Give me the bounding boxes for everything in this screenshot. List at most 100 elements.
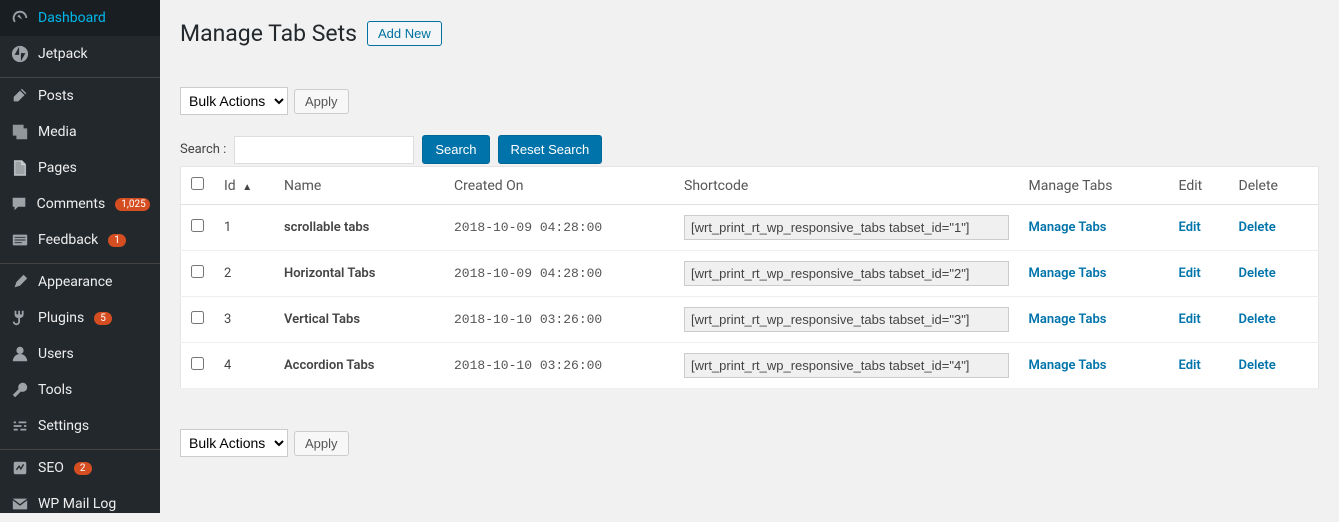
- shortcode-input[interactable]: [684, 307, 1009, 332]
- bulk-actions-top: Bulk Actions Apply: [180, 87, 1319, 115]
- settings-icon: [10, 416, 30, 436]
- cell-created: 2018-10-10 03:26:00: [444, 343, 674, 389]
- edit-link[interactable]: Edit: [1179, 358, 1201, 373]
- header-delete: Delete: [1229, 167, 1319, 205]
- bulk-actions-select[interactable]: Bulk Actions: [180, 87, 288, 115]
- table-row: 2Horizontal Tabs2018-10-09 04:28:00 Manag…: [181, 251, 1319, 297]
- manage-tabs-link[interactable]: Manage Tabs: [1029, 220, 1107, 235]
- manage-tabs-link[interactable]: Manage Tabs: [1029, 312, 1107, 327]
- cell-id: 2: [214, 251, 274, 297]
- page-title: Manage Tab Sets: [180, 20, 357, 47]
- sidebar-item-label: Jetpack: [38, 46, 88, 62]
- cell-shortcode: [674, 297, 1019, 343]
- pages-icon: [10, 158, 30, 178]
- header-created[interactable]: Created On: [444, 167, 674, 205]
- sidebar-item-label: Tools: [38, 382, 72, 398]
- mail-icon: [10, 494, 30, 514]
- delete-link[interactable]: Delete: [1239, 266, 1276, 281]
- sidebar-item-plugins[interactable]: Plugins5: [0, 300, 160, 336]
- users-icon: [10, 344, 30, 364]
- table-row: 3Vertical Tabs2018-10-10 03:26:00Manage …: [181, 297, 1319, 343]
- select-all-checkbox[interactable]: [191, 177, 204, 190]
- tools-icon: [10, 380, 30, 400]
- posts-icon: [10, 86, 30, 106]
- plugins-icon: [10, 308, 30, 328]
- sidebar-item-seo[interactable]: SEO2: [0, 450, 160, 486]
- cell-shortcode: [674, 343, 1019, 389]
- bulk-actions-select-bottom[interactable]: Bulk Actions: [180, 429, 288, 457]
- delete-link[interactable]: Delete: [1239, 220, 1276, 235]
- cell-name: Horizontal Tabs: [274, 251, 444, 297]
- dashboard-icon: [10, 8, 30, 28]
- comments-icon: [10, 194, 29, 214]
- sidebar-item-label: Appearance: [38, 274, 112, 290]
- cell-shortcode: [674, 251, 1019, 297]
- sidebar-item-wp-mail-log[interactable]: WP Mail Log: [0, 486, 160, 522]
- apply-button[interactable]: Apply: [294, 89, 349, 114]
- content-area: Manage Tab Sets Add New Bulk Actions App…: [160, 0, 1339, 513]
- shortcode-input[interactable]: [684, 353, 1009, 378]
- delete-link[interactable]: Delete: [1239, 358, 1276, 373]
- sidebar-item-label: Users: [38, 346, 74, 362]
- sidebar-item-label: Plugins: [38, 310, 84, 326]
- edit-link[interactable]: Edit: [1179, 220, 1201, 235]
- apply-button-bottom[interactable]: Apply: [294, 431, 349, 456]
- sidebar-item-tools[interactable]: Tools: [0, 372, 160, 408]
- table-row: 4Accordion Tabs2018-10-10 03:26:00Manage…: [181, 343, 1319, 389]
- sidebar-item-label: Feedback: [38, 232, 98, 248]
- add-new-button[interactable]: Add New: [367, 21, 442, 46]
- sort-asc-icon: ▲: [242, 182, 252, 193]
- header-edit: Edit: [1169, 167, 1229, 205]
- sidebar-item-label: Dashboard: [38, 10, 106, 26]
- badge: 1,025: [115, 198, 150, 211]
- row-checkbox[interactable]: [191, 357, 204, 370]
- header-id[interactable]: Id ▲: [214, 167, 274, 205]
- sidebar-item-jetpack[interactable]: Jetpack: [0, 36, 160, 72]
- edit-link[interactable]: Edit: [1179, 266, 1201, 281]
- sidebar-item-appearance[interactable]: Appearance: [0, 264, 160, 300]
- delete-link[interactable]: Delete: [1239, 312, 1276, 327]
- sidebar-item-users[interactable]: Users: [0, 336, 160, 372]
- header-manage: Manage Tabs: [1019, 167, 1169, 205]
- sidebar-item-dashboard[interactable]: Dashboard: [0, 0, 160, 36]
- tabsets-table: Id ▲ Name Created On Shortcode Manage Ta…: [180, 166, 1319, 389]
- cell-name: Vertical Tabs: [274, 297, 444, 343]
- cell-id: 3: [214, 297, 274, 343]
- row-checkbox[interactable]: [191, 311, 204, 324]
- search-input[interactable]: [234, 136, 414, 164]
- media-icon: [10, 122, 30, 142]
- cell-shortcode: [674, 205, 1019, 251]
- manage-tabs-link[interactable]: Manage Tabs: [1029, 266, 1107, 281]
- sidebar-item-label: WP Mail Log: [38, 496, 116, 512]
- sidebar-item-media[interactable]: Media: [0, 114, 160, 150]
- shortcode-input[interactable]: [684, 215, 1009, 240]
- row-checkbox[interactable]: [191, 219, 204, 232]
- shortcode-input[interactable]: [684, 261, 1009, 286]
- bulk-actions-bottom: Bulk Actions Apply: [180, 429, 1319, 457]
- sidebar-item-comments[interactable]: Comments 1,025: [0, 186, 160, 222]
- cell-created: 2018-10-09 04:28:00: [444, 205, 674, 251]
- edit-link[interactable]: Edit: [1179, 312, 1201, 327]
- badge: 1: [108, 234, 126, 247]
- cell-id: 1: [214, 205, 274, 251]
- sidebar-item-label: Comments: [37, 196, 106, 212]
- sidebar-item-pages[interactable]: Pages: [0, 150, 160, 186]
- sidebar-item-label: SEO: [38, 460, 64, 476]
- search-button[interactable]: Search: [422, 135, 489, 164]
- sidebar-item-label: Pages: [38, 160, 77, 176]
- sidebar-item-label: Settings: [38, 418, 89, 434]
- sidebar-item-feedback[interactable]: Feedback 1: [0, 222, 160, 258]
- sidebar-item-settings[interactable]: Settings: [0, 408, 160, 444]
- cell-created: 2018-10-09 04:28:00: [444, 251, 674, 297]
- row-checkbox[interactable]: [191, 265, 204, 278]
- search-label: Search :: [180, 142, 226, 157]
- feedback-icon: [10, 230, 30, 250]
- manage-tabs-link[interactable]: Manage Tabs: [1029, 358, 1107, 373]
- header-name[interactable]: Name: [274, 167, 444, 205]
- sidebar-item-label: Media: [38, 124, 77, 140]
- seo-icon: [10, 458, 30, 478]
- sidebar-item-posts[interactable]: Posts: [0, 78, 160, 114]
- page-header: Manage Tab Sets Add New: [180, 20, 1319, 47]
- search-row: Search : Search Reset Search: [180, 135, 1319, 164]
- reset-search-button[interactable]: Reset Search: [498, 135, 603, 164]
